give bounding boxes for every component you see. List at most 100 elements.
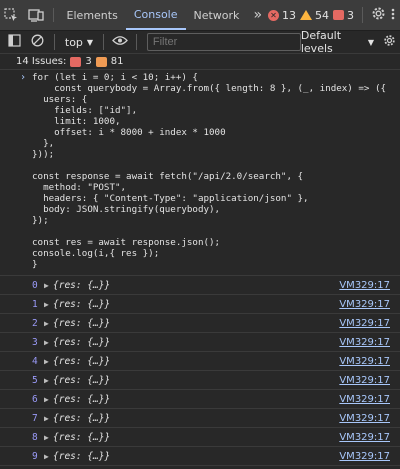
log-object[interactable]: {res: {…}}: [53, 432, 110, 443]
log-index: 1: [32, 298, 38, 310]
console-input-code[interactable]: › for (let i = 0; i < 10; i++) { const q…: [0, 70, 400, 276]
code-line: const querybody = Array.from({ length: 8…: [32, 83, 387, 94]
log-row[interactable]: 3 ▶ {res: {…}} VM329:17: [0, 333, 400, 352]
status-badges: ✕ 13 54 3: [268, 0, 400, 30]
divider: [103, 34, 104, 50]
log-row[interactable]: 2 ▶ {res: {…}} VM329:17: [0, 314, 400, 333]
tab-elements[interactable]: Elements: [59, 0, 126, 30]
log-object[interactable]: {res: {…}}: [53, 299, 110, 310]
warning-count-badge[interactable]: 54: [300, 9, 329, 22]
log-row[interactable]: 6 ▶ {res: {…}} VM329:17: [0, 390, 400, 409]
log-object[interactable]: {res: {…}}: [53, 318, 110, 329]
device-toolbar-icon[interactable]: [24, 0, 48, 30]
chevron-down-icon: ▼: [367, 37, 374, 47]
expand-triangle-icon[interactable]: ▶: [44, 319, 49, 328]
code-line: body: JSON.stringify(querybody),: [32, 204, 221, 215]
code-line: users: {: [32, 94, 88, 105]
log-row[interactable]: 7 ▶ {res: {…}} VM329:17: [0, 409, 400, 428]
log-levels-label: Default levels: [300, 29, 342, 55]
inspect-element-icon[interactable]: [0, 0, 24, 30]
kebab-menu-icon[interactable]: [390, 7, 396, 24]
code-line: const res = await response.json();: [32, 237, 221, 248]
code-line: const response = await fetch("/api/2.0/s…: [32, 171, 304, 182]
divider: [54, 34, 55, 50]
issues-bar[interactable]: 14 Issues: 3 81: [0, 54, 400, 70]
expand-triangle-icon[interactable]: ▶: [44, 300, 49, 309]
more-tabs-button[interactable]: »: [247, 0, 268, 30]
devtools-tab-bar: Elements Console Network » ✕ 13 54 3: [0, 0, 400, 31]
log-row[interactable]: 1 ▶ {res: {…}} VM329:17: [0, 295, 400, 314]
settings-gear-icon[interactable]: [371, 6, 386, 24]
log-object[interactable]: {res: {…}}: [53, 280, 110, 291]
prompt-chevron-icon: ›: [20, 72, 27, 83]
log-index: 6: [32, 393, 38, 405]
error-icon: ✕: [268, 9, 280, 21]
code-line: limit: 1000,: [32, 116, 121, 127]
log-object[interactable]: {res: {…}}: [53, 375, 110, 386]
log-index: 2: [32, 317, 38, 329]
code-line: }: [32, 259, 38, 270]
log-row[interactable]: 4 ▶ {res: {…}} VM329:17: [0, 352, 400, 371]
error-count-badge[interactable]: ✕ 13: [268, 9, 296, 22]
warning-icon: [300, 10, 313, 20]
live-expression-eye-icon[interactable]: [108, 35, 132, 49]
source-link[interactable]: VM329:17: [339, 356, 390, 367]
clear-console-icon[interactable]: [25, 34, 50, 50]
expand-triangle-icon[interactable]: ▶: [44, 338, 49, 347]
log-object[interactable]: {res: {…}}: [53, 394, 110, 405]
source-link[interactable]: VM329:17: [339, 375, 390, 386]
code-line: fields: ["id"],: [32, 105, 138, 116]
issues-error-count: 3: [85, 56, 92, 67]
log-levels-dropdown[interactable]: Default levels ▼: [301, 29, 400, 55]
source-link[interactable]: VM329:17: [339, 451, 390, 462]
filter-input[interactable]: [146, 33, 301, 51]
console-toolbar: top ▼ Default levels ▼: [0, 29, 400, 55]
issues-count: 3: [347, 8, 355, 22]
log-object[interactable]: {res: {…}}: [53, 451, 110, 462]
log-row[interactable]: 0 ▶ {res: {…}} VM329:17: [0, 276, 400, 295]
context-selector[interactable]: top ▼: [59, 36, 99, 49]
log-row[interactable]: 8 ▶ {res: {…}} VM329:17: [0, 428, 400, 447]
divider: [362, 7, 364, 23]
log-object[interactable]: {res: {…}}: [53, 356, 110, 367]
log-index: 5: [32, 374, 38, 386]
source-link[interactable]: VM329:17: [339, 280, 390, 291]
sidebar-toggle-icon[interactable]: [0, 34, 25, 50]
expand-triangle-icon[interactable]: ▶: [44, 281, 49, 290]
code-line: }));: [32, 149, 55, 160]
error-count: 13: [282, 8, 297, 22]
log-object[interactable]: {res: {…}}: [53, 337, 110, 348]
expand-triangle-icon[interactable]: ▶: [44, 376, 49, 385]
issue-warning-icon: [95, 56, 107, 67]
code-line: offset: i * 8000 + index * 1000: [32, 127, 226, 138]
issue-icon: [333, 10, 345, 20]
log-index: 7: [32, 412, 38, 424]
source-link[interactable]: VM329:17: [339, 413, 390, 424]
log-object[interactable]: {res: {…}}: [53, 413, 110, 424]
expand-triangle-icon[interactable]: ▶: [44, 357, 49, 366]
source-link[interactable]: VM329:17: [339, 432, 390, 443]
expand-triangle-icon[interactable]: ▶: [44, 414, 49, 423]
code-line: for (let i = 0; i < 10; i++) {: [32, 72, 198, 83]
log-index: 3: [32, 336, 38, 348]
log-index: 9: [32, 450, 38, 462]
log-row[interactable]: 9 ▶ {res: {…}} VM329:17: [0, 447, 400, 466]
code-line: method: "POST",: [32, 182, 127, 193]
tab-console[interactable]: Console: [125, 0, 186, 30]
issues-label: 14 Issues:: [16, 56, 67, 67]
expand-triangle-icon[interactable]: ▶: [44, 395, 49, 404]
source-link[interactable]: VM329:17: [339, 318, 390, 329]
issues-warning-count: 81: [110, 56, 124, 67]
source-link[interactable]: VM329:17: [339, 299, 390, 310]
console-settings-gear-icon[interactable]: [383, 34, 396, 50]
expand-triangle-icon[interactable]: ▶: [44, 433, 49, 442]
tab-network[interactable]: Network: [186, 0, 248, 30]
warning-count: 54: [315, 8, 330, 22]
expand-triangle-icon[interactable]: ▶: [44, 452, 49, 461]
log-row[interactable]: 5 ▶ {res: {…}} VM329:17: [0, 371, 400, 390]
chevron-down-icon: ▼: [86, 37, 94, 47]
source-link[interactable]: VM329:17: [339, 337, 390, 348]
issues-count-badge[interactable]: 3: [333, 9, 354, 22]
code-line: },: [32, 138, 55, 149]
source-link[interactable]: VM329:17: [339, 394, 390, 405]
